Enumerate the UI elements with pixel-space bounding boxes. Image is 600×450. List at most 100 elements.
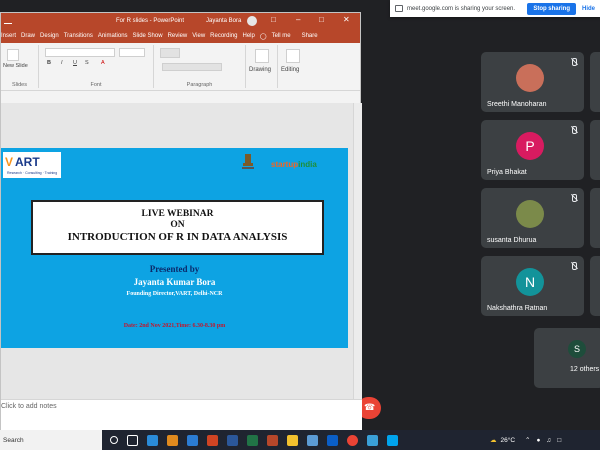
strikethrough-icon[interactable]: S <box>85 60 89 66</box>
bold-icon[interactable]: B <box>47 60 51 66</box>
font-name-select[interactable] <box>45 48 115 57</box>
taskbar-search[interactable]: Search <box>0 430 102 450</box>
firefox-icon[interactable] <box>167 434 178 446</box>
others-tile[interactable]: S 12 others <box>534 328 600 388</box>
font-size-select[interactable] <box>119 48 145 57</box>
font-group: B I U S A Font <box>39 45 154 88</box>
webinar-date: Date: 2nd Nov 2021,Time: 6.30-8.30 pm <box>123 323 226 329</box>
chevron-up-icon[interactable]: ⌃ <box>525 436 530 444</box>
hide-button[interactable]: Hide <box>582 6 595 12</box>
task-view-icon[interactable] <box>127 434 138 446</box>
participant-tile[interactable]: P Priya Bhakat <box>481 120 584 180</box>
slide[interactable]: V ART Research · Consulting · Training s… <box>1 148 348 348</box>
participant-photo <box>516 64 544 92</box>
tab-transitions[interactable]: Transitions <box>64 33 93 39</box>
app-icon[interactable] <box>207 434 218 446</box>
paragraph-group-label: Paragraph <box>186 82 213 88</box>
editing-button[interactable]: Editing <box>281 67 299 73</box>
vertical-scrollbar[interactable] <box>353 103 362 399</box>
store-icon[interactable] <box>387 434 398 446</box>
participant-tile-partial[interactable] <box>590 120 600 180</box>
find-icon[interactable] <box>286 49 300 63</box>
tab-slide-show[interactable]: Slide Show <box>133 33 163 39</box>
word-icon[interactable] <box>227 434 238 446</box>
drawing-group: Drawing <box>246 45 278 88</box>
font-group-label: Font <box>90 82 102 88</box>
shapes-icon[interactable] <box>255 49 269 63</box>
maximize-icon[interactable]: □ <box>319 15 324 24</box>
stop-sharing-button[interactable]: Stop sharing <box>527 2 576 15</box>
powerpoint-window: For R slides - PowerPoint Jayanta Bora □… <box>0 12 362 431</box>
drawing-button[interactable]: Drawing <box>249 67 271 73</box>
tab-animations[interactable]: Animations <box>98 33 128 39</box>
slide-edit-area: V ART Research · Consulting · Training s… <box>1 103 362 399</box>
edge-icon[interactable] <box>147 434 158 446</box>
participant-tile-partial[interactable] <box>590 188 600 248</box>
new-slide-button[interactable]: New Slide <box>3 63 31 69</box>
app-l-icon[interactable] <box>187 434 198 446</box>
others-label: 12 others <box>570 366 600 373</box>
chrome-icon[interactable] <box>347 434 358 446</box>
mic-off-icon <box>570 262 578 270</box>
underline-icon[interactable]: U <box>73 60 77 66</box>
tab-draw[interactable]: Draw <box>21 33 35 39</box>
editing-group: Editing <box>278 45 308 88</box>
ppt-titlebar: For R slides - PowerPoint Jayanta Bora □… <box>1 13 360 29</box>
participant-tile[interactable]: N Nakshathra Ratnan <box>481 256 584 316</box>
network-icon[interactable]: ● <box>536 437 540 444</box>
user-avatar[interactable] <box>247 16 257 26</box>
share-message: meet.google.com is sharing your screen. <box>407 5 516 12</box>
app-icon[interactable] <box>367 434 378 446</box>
title-line-2: ON <box>170 220 185 230</box>
taskbar: Search ☁ 26°C ⌃ ● ♫ □ <box>0 430 600 450</box>
italic-icon[interactable]: I <box>61 60 63 66</box>
ribbon-display-icon[interactable]: □ <box>271 15 276 24</box>
others-avatar: S <box>568 340 586 358</box>
participant-avatar: P <box>516 132 544 160</box>
slide-title-box: LIVE WEBINAR ON INTRODUCTION OF R IN DAT… <box>31 200 324 255</box>
participant-avatar: N <box>516 268 544 296</box>
tab-insert[interactable]: Insert <box>1 33 16 39</box>
temperature[interactable]: 26°C <box>501 437 516 444</box>
screen-share-icon <box>395 5 403 12</box>
powerpoint-icon[interactable] <box>267 434 278 446</box>
startup-india-logo: startupindia <box>271 160 317 169</box>
participant-tile-partial[interactable] <box>590 52 600 112</box>
title-line-3: INTRODUCTION OF R IN DATA ANALYSIS <box>67 231 288 243</box>
file-explorer-icon[interactable] <box>287 434 298 446</box>
alignment-icons[interactable] <box>162 63 222 71</box>
tell-me-field[interactable]: Tell me <box>272 33 291 39</box>
mic-off-icon <box>570 58 578 66</box>
settings-icon[interactable] <box>307 434 318 446</box>
screen-share-bar: meet.google.com is sharing your screen. … <box>390 0 600 17</box>
share-button[interactable]: Share <box>302 33 318 39</box>
tab-help[interactable]: Help <box>243 33 255 39</box>
font-color-icon[interactable]: A <box>101 60 105 66</box>
vart-logo: V ART Research · Consulting · Training <box>3 152 61 178</box>
tab-review[interactable]: Review <box>168 33 188 39</box>
title-line-1: LIVE WEBINAR <box>141 209 214 219</box>
weather-icon: ☁ <box>490 437 497 444</box>
excel-icon[interactable] <box>247 434 258 446</box>
notes-placeholder: Click to add notes <box>1 403 57 410</box>
tab-recording[interactable]: Recording <box>210 33 237 39</box>
start-icon[interactable] <box>110 436 118 444</box>
user-name: Jayanta Bora <box>206 18 242 24</box>
bullets-icon[interactable] <box>160 48 180 58</box>
participant-tile-partial[interactable] <box>590 256 600 316</box>
mail-icon[interactable] <box>327 434 338 446</box>
new-slide-icon[interactable] <box>7 49 19 61</box>
tab-view[interactable]: View <box>192 33 205 39</box>
participant-tile[interactable]: Sreethi Manoharan <box>481 52 584 112</box>
minimize-icon[interactable]: – <box>296 15 300 24</box>
lightbulb-icon: ◯ <box>259 33 267 40</box>
presented-by: Presented by <box>149 264 200 274</box>
notification-icon[interactable]: □ <box>557 437 561 444</box>
quick-access-icon[interactable] <box>4 18 12 24</box>
notes-pane[interactable]: Click to add notes <box>1 399 362 431</box>
participant-tile[interactable]: susanta Dhurua <box>481 188 584 248</box>
volume-icon[interactable]: ♫ <box>546 437 551 444</box>
search-label: Search <box>3 436 24 444</box>
close-icon[interactable]: ✕ <box>343 15 350 24</box>
tab-design[interactable]: Design <box>40 33 59 39</box>
